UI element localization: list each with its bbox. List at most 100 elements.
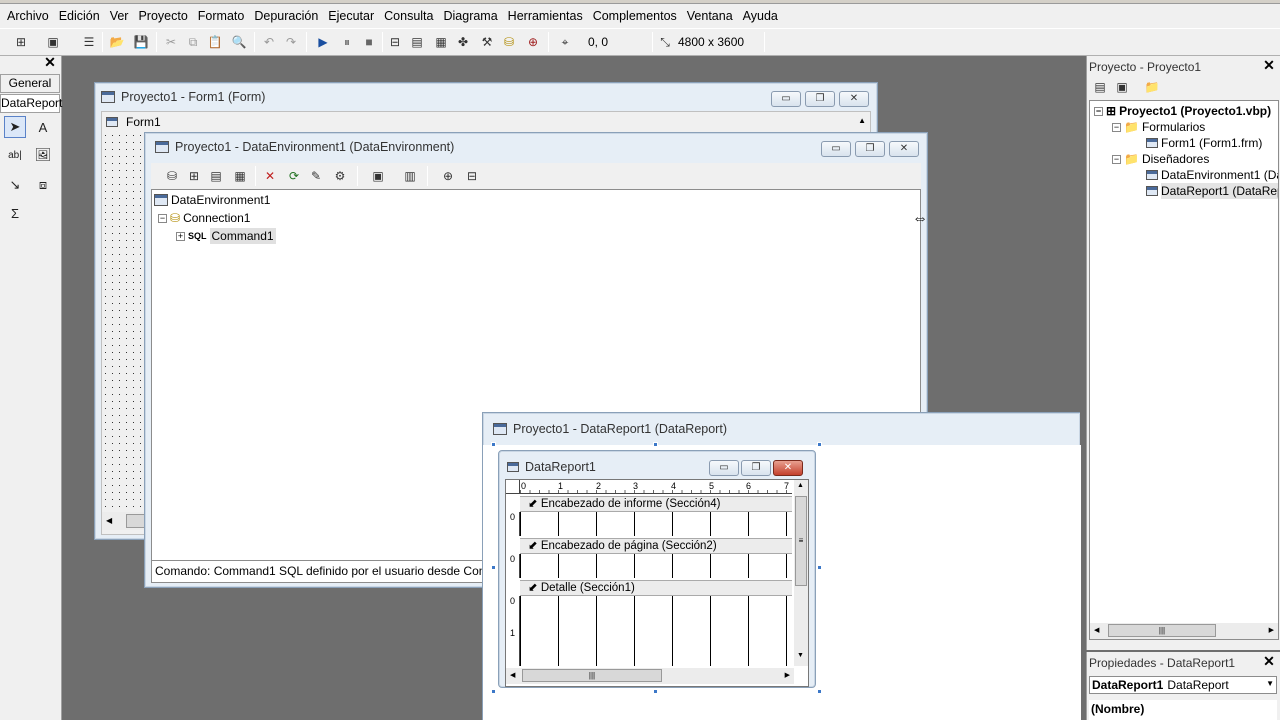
datareport1-restore-button[interactable]: ❐ xyxy=(741,460,771,476)
tree-connection1[interactable]: − ⛁ Connection1 xyxy=(158,210,250,226)
report-horizontal-scrollbar[interactable]: ◀ ||| ▶ xyxy=(506,668,794,684)
dataenv-restore-button[interactable]: ❐ xyxy=(855,141,885,157)
tree-command1[interactable]: + SQL Command1 xyxy=(176,228,276,244)
undo-icon[interactable]: ↶ xyxy=(260,33,278,51)
rptshape-icon[interactable]: ⧈ xyxy=(32,174,54,196)
project-pane-close-button[interactable]: ✕ xyxy=(1262,58,1276,73)
design-icon[interactable]: ✎ xyxy=(307,167,325,185)
rptline-icon[interactable]: ↘ xyxy=(4,174,26,196)
collapse-icon[interactable]: − xyxy=(158,213,167,223)
menu-proyecto[interactable]: Proyecto xyxy=(133,4,192,28)
scroll-thumb[interactable]: ||| xyxy=(1108,624,1216,637)
menu-archivo[interactable]: Archivo xyxy=(2,4,54,28)
add-form-icon[interactable]: ▣ xyxy=(44,33,62,51)
view-code-icon[interactable]: ▤ xyxy=(1091,78,1109,96)
menu-herramientas[interactable]: Herramientas xyxy=(503,4,588,28)
properties-window-icon[interactable]: ▤ xyxy=(408,33,426,51)
object-selector-dropdown[interactable]: DataReport1 DataReport ▼ xyxy=(1089,676,1277,694)
open-project-icon[interactable]: 📂 xyxy=(108,33,126,51)
scroll-up-icon[interactable]: ▲ xyxy=(797,482,804,489)
rptlabel-icon[interactable]: A xyxy=(32,116,54,138)
cut-icon[interactable]: ✂ xyxy=(162,33,180,51)
rptimage-icon[interactable]: 🖼 xyxy=(32,144,54,166)
dataenv-close-button[interactable]: ✕ xyxy=(889,141,919,157)
selection-handle[interactable] xyxy=(491,442,496,447)
add-connection-icon[interactable]: ⛁ xyxy=(163,167,181,185)
selection-handle[interactable] xyxy=(491,565,496,570)
toolbox-close-button[interactable]: ✕ xyxy=(43,55,57,70)
form-layout-icon[interactable]: ▦ xyxy=(432,33,450,51)
sort-by-object-icon[interactable]: ⊟ xyxy=(463,167,481,185)
properties-pane-close-button[interactable]: ✕ xyxy=(1262,654,1276,669)
scroll-down-icon[interactable]: ▼ xyxy=(797,652,804,659)
tree-datareport1[interactable]: DataReport1 (DataRepo xyxy=(1146,183,1278,199)
form1-scroll-up-icon[interactable]: ▲ xyxy=(858,116,866,125)
project-tree-horizontal-scrollbar[interactable]: ◀ ||| ▶ xyxy=(1090,623,1278,639)
report-vertical-scrollbar[interactable]: ▲ ≡ ▼ xyxy=(794,480,808,666)
selection-handle[interactable] xyxy=(491,689,496,694)
start-icon[interactable]: ▶ xyxy=(314,33,332,51)
menu-ejecutar[interactable]: Ejecutar xyxy=(323,4,379,28)
scroll-right-icon[interactable]: ▶ xyxy=(785,671,790,679)
menu-edicion[interactable]: Edición xyxy=(54,4,105,28)
visual-component-manager-icon[interactable]: ⊕ xyxy=(524,33,542,51)
tree-dataenvironment1[interactable]: DataEnvironment1 xyxy=(154,192,270,208)
property-row-nombre[interactable]: (Nombre) xyxy=(1089,700,1277,720)
copy-icon[interactable]: ⧉ xyxy=(184,33,202,51)
arrange-icon[interactable]: ▥ xyxy=(401,167,419,185)
toolbox-tab-datareport[interactable]: DataReport xyxy=(0,94,62,113)
menu-diagrama[interactable]: Diagrama xyxy=(438,4,502,28)
selection-handle[interactable] xyxy=(817,689,822,694)
menu-editor-icon[interactable]: ☰ xyxy=(80,33,98,51)
menu-depuracion[interactable]: Depuración xyxy=(249,4,323,28)
data-view-icon[interactable]: ⛁ xyxy=(500,33,518,51)
scroll-left-icon[interactable]: ◀ xyxy=(510,671,515,679)
view-code-icon[interactable]: ▣ xyxy=(369,167,387,185)
scroll-right-icon[interactable]: ▶ xyxy=(1269,626,1274,634)
selection-handle[interactable] xyxy=(817,565,822,570)
tree-disenadores[interactable]: − 📁 Diseñadores xyxy=(1112,151,1209,167)
datareport1-close-button[interactable]: ✕ xyxy=(773,460,803,476)
chevron-down-icon[interactable]: ▼ xyxy=(1266,679,1274,688)
dataenv-minimize-button[interactable]: ▭ xyxy=(821,141,851,157)
toggle-folders-icon[interactable]: 📁 xyxy=(1143,78,1161,96)
collapse-icon[interactable]: − xyxy=(1112,122,1121,132)
form1-restore-button[interactable]: ❐ xyxy=(805,91,835,107)
object-browser-icon[interactable]: ✤ xyxy=(454,33,472,51)
menu-ventana[interactable]: Ventana xyxy=(682,4,738,28)
toolbox-icon[interactable]: ⚒ xyxy=(478,33,496,51)
paste-icon[interactable]: 📋 xyxy=(206,33,224,51)
scroll-thumb[interactable]: ||| xyxy=(522,669,662,682)
selection-handle[interactable] xyxy=(817,442,822,447)
rpttextbox-icon[interactable]: ab| xyxy=(4,144,26,166)
delete-icon[interactable]: ✕ xyxy=(261,167,279,185)
menu-complementos[interactable]: Complementos xyxy=(588,4,682,28)
pointer-icon[interactable]: ➤ xyxy=(4,116,26,138)
form1-close-button[interactable]: ✕ xyxy=(839,91,869,107)
collapse-icon[interactable]: − xyxy=(1094,106,1103,116)
tree-dataenvironment1[interactable]: DataEnvironment1 (Dat xyxy=(1146,167,1278,183)
pause-icon[interactable]: ⏸ xyxy=(338,33,356,51)
scroll-left-icon[interactable]: ◀ xyxy=(106,516,112,525)
section-detail[interactable]: ⬋ Detalle (Sección1) xyxy=(520,580,792,596)
detail-band[interactable] xyxy=(520,596,792,666)
selection-handle[interactable] xyxy=(653,442,658,447)
tree-form1[interactable]: Form1 (Form1.frm) xyxy=(1146,135,1262,151)
page-header-band[interactable] xyxy=(520,554,792,578)
add-child-command-icon[interactable]: ▦ xyxy=(231,167,249,185)
tree-project1[interactable]: − ⊞ Proyecto1 (Proyecto1.vbp) xyxy=(1094,103,1271,119)
scroll-left-icon[interactable]: ◀ xyxy=(1094,626,1099,634)
menu-consulta[interactable]: Consulta xyxy=(379,4,438,28)
toolbox-tab-general[interactable]: General xyxy=(0,74,60,93)
selection-handle[interactable] xyxy=(653,689,658,694)
sort-by-connection-icon[interactable]: ⊕ xyxy=(439,167,457,185)
add-project-icon[interactable]: ⊞ xyxy=(12,33,30,51)
datareport1-minimize-button[interactable]: ▭ xyxy=(709,460,739,476)
save-project-icon[interactable]: 💾 xyxy=(132,33,150,51)
section-page-header[interactable]: ⬋ Encabezado de página (Sección2) xyxy=(520,538,792,554)
form1-minimize-button[interactable]: ▭ xyxy=(771,91,801,107)
refresh-icon[interactable]: ⟳ xyxy=(285,167,303,185)
view-object-icon[interactable]: ▣ xyxy=(1113,78,1131,96)
redo-icon[interactable]: ↷ xyxy=(282,33,300,51)
menu-ver[interactable]: Ver xyxy=(105,4,134,28)
